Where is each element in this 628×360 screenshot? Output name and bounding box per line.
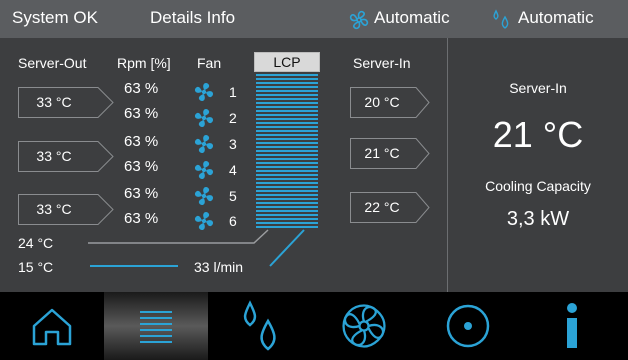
cooling-capacity-label: Cooling Capacity bbox=[485, 178, 591, 194]
fan-icon bbox=[342, 304, 386, 348]
home-icon bbox=[32, 308, 72, 346]
water-icon bbox=[243, 300, 276, 351]
supply-water-temp: 15 °C bbox=[18, 259, 54, 275]
menu-icon bbox=[140, 311, 172, 343]
nav-menu-button[interactable] bbox=[104, 292, 208, 360]
nav-water-button[interactable] bbox=[208, 292, 312, 360]
server-in-value: 21 °C bbox=[492, 114, 584, 155]
info-icon bbox=[567, 303, 577, 348]
nav-fan-button[interactable] bbox=[312, 292, 416, 360]
nav-info-button[interactable] bbox=[520, 292, 624, 360]
cooling-capacity-value: 3,3 kW bbox=[506, 208, 570, 230]
return-water-temp: 24 °C bbox=[18, 235, 54, 251]
water-flow: 33 l/min bbox=[194, 259, 244, 275]
nav-home-button[interactable] bbox=[0, 292, 104, 360]
nav-circle-button[interactable] bbox=[416, 292, 520, 360]
circle-icon bbox=[446, 304, 490, 348]
server-in-label: Server-In bbox=[509, 80, 567, 96]
